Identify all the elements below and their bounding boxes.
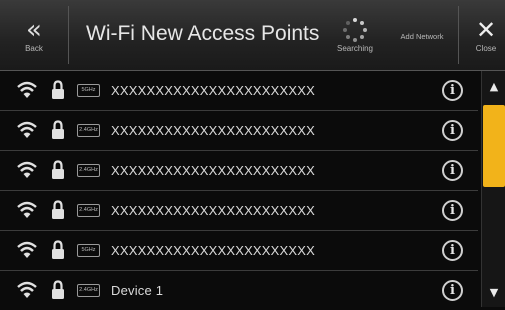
close-label: Close bbox=[475, 43, 497, 53]
spinner-icon bbox=[343, 17, 367, 42]
searching-indicator: Searching bbox=[330, 0, 380, 70]
close-icon: ✕ bbox=[475, 15, 497, 44]
wifi-icon bbox=[17, 161, 37, 178]
divider bbox=[68, 6, 69, 64]
lock-icon bbox=[52, 160, 64, 179]
list-item[interactable]: 2.4GHz XXXXXXXXXXXXXXXXXXXXXXX i bbox=[0, 151, 478, 191]
access-point-list: 5GHz XXXXXXXXXXXXXXXXXXXXXXX i 2.4GHz XX… bbox=[0, 71, 480, 307]
lock-icon bbox=[52, 280, 64, 299]
info-icon[interactable]: i bbox=[442, 240, 463, 261]
add-network-button[interactable]: Add Network bbox=[392, 0, 452, 70]
scroll-up-arrow-icon[interactable]: ▲ bbox=[482, 71, 505, 101]
list-item[interactable]: 5GHz XXXXXXXXXXXXXXXXXXXXXXX i bbox=[0, 231, 478, 271]
info-icon[interactable]: i bbox=[442, 80, 463, 101]
network-ssid: XXXXXXXXXXXXXXXXXXXXXXX bbox=[111, 243, 316, 258]
searching-label: Searching bbox=[336, 43, 374, 53]
network-ssid: Device 1 bbox=[111, 283, 164, 298]
divider bbox=[458, 6, 459, 64]
list-item[interactable]: 5GHz XXXXXXXXXXXXXXXXXXXXXXX i bbox=[0, 71, 478, 111]
lock-icon bbox=[52, 240, 64, 259]
scrollbar-thumb[interactable] bbox=[483, 105, 505, 187]
wifi-icon bbox=[17, 121, 37, 138]
network-ssid: XXXXXXXXXXXXXXXXXXXXXXX bbox=[111, 83, 316, 98]
double-chevron-left-icon: « bbox=[26, 14, 42, 45]
add-network-label: Add Network bbox=[400, 31, 444, 41]
info-icon[interactable]: i bbox=[442, 120, 463, 141]
page-title: Wi-Fi New Access Points bbox=[86, 22, 320, 45]
lock-icon bbox=[52, 120, 64, 139]
band-badge: 2.4GHz bbox=[77, 204, 100, 217]
band-badge: 2.4GHz bbox=[77, 164, 100, 177]
wifi-icon bbox=[17, 201, 37, 218]
band-badge: 2.4GHz bbox=[77, 284, 100, 297]
network-ssid: XXXXXXXXXXXXXXXXXXXXXXX bbox=[111, 163, 316, 178]
band-badge: 2.4GHz bbox=[77, 124, 100, 137]
list-item[interactable]: 2.4GHz XXXXXXXXXXXXXXXXXXXXXXX i bbox=[0, 191, 478, 231]
wifi-icon bbox=[17, 241, 37, 258]
band-badge: 5GHz bbox=[77, 244, 100, 257]
list-item[interactable]: 2.4GHz XXXXXXXXXXXXXXXXXXXXXXX i bbox=[0, 111, 478, 151]
lock-icon bbox=[52, 80, 64, 99]
lock-icon bbox=[52, 200, 64, 219]
wifi-icon bbox=[17, 281, 37, 298]
info-icon[interactable]: i bbox=[442, 280, 463, 301]
header-bar: « Back Wi-Fi New Access Points Searching… bbox=[0, 0, 505, 71]
wifi-icon bbox=[17, 81, 37, 98]
network-ssid: XXXXXXXXXXXXXXXXXXXXXXX bbox=[111, 203, 316, 218]
list-item[interactable]: 2.4GHz Device 1 i bbox=[0, 271, 478, 310]
scrollbar[interactable]: ▲ ▼ bbox=[481, 71, 505, 307]
band-badge: 5GHz bbox=[77, 84, 100, 97]
back-label: Back bbox=[25, 43, 43, 53]
info-icon[interactable]: i bbox=[442, 200, 463, 221]
back-button[interactable]: « Back bbox=[12, 0, 56, 70]
info-icon[interactable]: i bbox=[442, 160, 463, 181]
network-ssid: XXXXXXXXXXXXXXXXXXXXXXX bbox=[111, 123, 316, 138]
scroll-down-arrow-icon[interactable]: ▼ bbox=[482, 277, 505, 307]
close-button[interactable]: ✕ Close bbox=[468, 0, 504, 70]
